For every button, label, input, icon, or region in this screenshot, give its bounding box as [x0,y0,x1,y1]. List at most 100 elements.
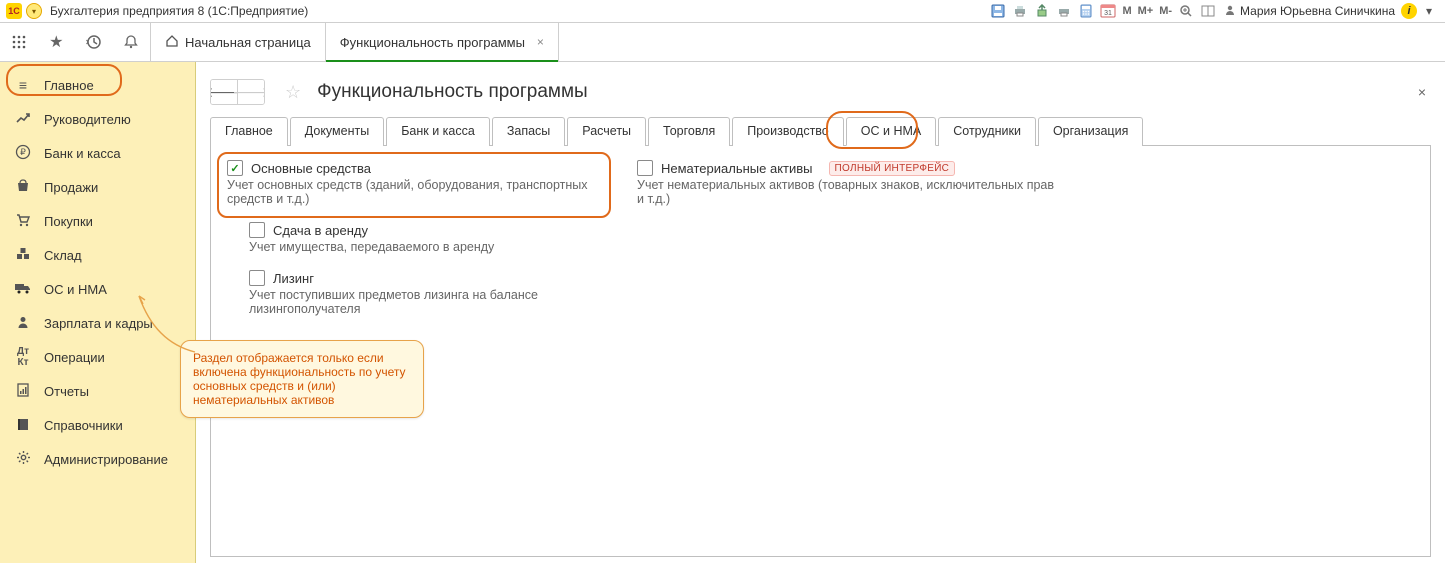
home-icon [165,34,179,51]
option-desc: Учет нематериальных активов (товарных зн… [637,178,1057,206]
option-label: Основные средства [251,161,371,176]
save-icon[interactable] [988,2,1008,20]
tab-stocks[interactable]: Запасы [492,117,565,146]
sidebar-item-warehouse[interactable]: Склад [0,238,195,272]
user-name-label: Мария Юрьевна Синичкина [1240,4,1395,18]
sidebar-item-label: Администрирование [44,452,168,467]
svg-text:₽: ₽ [20,147,26,157]
tab-trade[interactable]: Торговля [648,117,730,146]
close-page-button[interactable]: × [1413,83,1431,101]
apps-grid-icon[interactable] [7,30,31,54]
sidebar-item-reports[interactable]: Отчеты [0,374,195,408]
info-icon[interactable]: i [1401,3,1417,19]
tab-main[interactable]: Главное [210,117,288,146]
favorites-star-icon[interactable]: ★ [44,30,68,54]
option-rent: Сдача в аренду Учет имущества, передавае… [249,222,607,254]
svg-text:31: 31 [1105,10,1113,17]
memory-mminus-button[interactable]: M- [1157,2,1174,20]
option-desc: Учет основных средств (зданий, оборудова… [227,178,607,206]
option-label: Нематериальные активы [661,161,813,176]
sidebar-item-label: ОС и НМА [44,282,107,297]
appbar: ★ Начальная страница Функциональность пр… [0,23,1445,62]
sidebar-item-label: Банк и касса [44,146,121,161]
sidebar-item-catalogs[interactable]: Справочники [0,408,195,442]
tab-label: Сотрудники [953,124,1021,138]
option-fixed-assets: ✓ Основные средства Учет основных средст… [227,160,607,206]
print2-icon[interactable] [1054,2,1074,20]
option-label: Сдача в аренду [273,223,368,238]
page-title: Функциональность программы [317,81,588,103]
app-logo-icon: 1C [6,3,22,19]
settings-tabs: Главное Документы Банк и касса Запасы Ра… [210,116,1431,146]
sidebar-item-label: Зарплата и кадры [44,316,153,331]
sidebar-item-main[interactable]: ≡ Главное [0,68,195,102]
sidebar-item-bank[interactable]: ₽ Банк и касса [0,136,195,170]
sidebar-item-label: Руководителю [44,112,131,127]
sidebar-item-label: Главное [44,78,94,93]
person-icon [14,315,32,332]
calculator-icon[interactable] [1076,2,1096,20]
current-user[interactable]: Мария Юрьевна Синичкина [1220,4,1399,19]
tab-label: Расчеты [582,124,631,138]
tab-label: Запасы [507,124,550,138]
sidebar-item-sales[interactable]: Продажи [0,170,195,204]
checkbox-fixed-assets[interactable]: ✓ [227,160,243,176]
tab-home-label: Начальная страница [185,35,311,50]
boxes-icon [14,246,32,265]
print-icon[interactable] [1010,2,1030,20]
panel-icon[interactable] [1198,2,1218,20]
gear-icon [14,450,32,468]
memory-m-button[interactable]: M [1120,2,1133,20]
menu-icon: ≡ [14,77,32,93]
tab-documents[interactable]: Документы [290,117,384,146]
titlebar-menu-button[interactable]: ▾ [26,3,42,19]
window-titlebar: 1C ▾ Бухгалтерия предприятия 8 (1С:Предп… [0,0,1445,23]
tab-employees[interactable]: Сотрудники [938,117,1036,146]
sidebar-item-manager[interactable]: Руководителю [0,102,195,136]
content-area: 🡐 🡒 ☆ Функциональность программы × Главн… [196,62,1445,563]
tab-functionality-label: Функциональность программы [340,35,525,50]
cart-icon [14,212,32,231]
checkbox-leasing[interactable] [249,270,265,286]
notifications-bell-icon[interactable] [119,30,143,54]
memory-mplus-button[interactable]: M+ [1136,2,1156,20]
tab-functionality[interactable]: Функциональность программы × [326,23,559,61]
bag-icon [14,178,32,197]
sidebar-item-operations[interactable]: ДтКт Операции [0,340,195,374]
sidebar-item-label: Покупки [44,214,93,229]
sidebar-item-admin[interactable]: Администрирование [0,442,195,476]
ruble-icon: ₽ [14,144,32,163]
tab-label: Организация [1053,124,1128,138]
tab-home[interactable]: Начальная страница [151,23,326,61]
titlebar-menu-icon[interactable]: ▾ [1419,2,1439,20]
tab-os-nma[interactable]: ОС и НМА [846,117,936,146]
checkbox-intangible[interactable] [637,160,653,176]
tab-bank[interactable]: Банк и касса [386,117,490,146]
tab-label: Главное [225,124,273,138]
tab-calculations[interactable]: Расчеты [567,117,646,146]
annotation-callout: Раздел отображается только если включена… [180,340,424,418]
history-icon[interactable] [82,30,106,54]
tab-label: Документы [305,124,369,138]
checkbox-rent[interactable] [249,222,265,238]
tab-label: Производство [747,124,829,138]
to-file-icon[interactable] [1032,2,1052,20]
zoom-icon[interactable] [1176,2,1196,20]
option-desc: Учет имущества, передаваемого в аренду [249,240,607,254]
tab-label: ОС и НМА [861,124,921,138]
full-interface-badge: ПОЛНЫЙ ИНТЕРФЕЙС [829,161,956,176]
tab-label: Банк и касса [401,124,475,138]
nav-forward-button[interactable]: 🡒 [237,80,264,104]
tab-production[interactable]: Производство [732,117,844,146]
sidebar-item-label: Справочники [44,418,123,433]
report-icon [14,383,32,400]
sidebar-item-purchases[interactable]: Покупки [0,204,195,238]
sidebar: ≡ Главное Руководителю ₽ Банк и касса Пр… [0,62,196,563]
calendar-icon[interactable]: 31 [1098,2,1118,20]
sidebar-item-os-nma[interactable]: ОС и НМА [0,272,195,306]
favorite-star-icon[interactable]: ☆ [285,82,301,103]
sidebar-item-salary[interactable]: Зарплата и кадры [0,306,195,340]
tab-organization[interactable]: Организация [1038,117,1143,146]
close-icon[interactable]: × [537,35,544,49]
dtkt-icon: ДтКт [14,346,32,368]
